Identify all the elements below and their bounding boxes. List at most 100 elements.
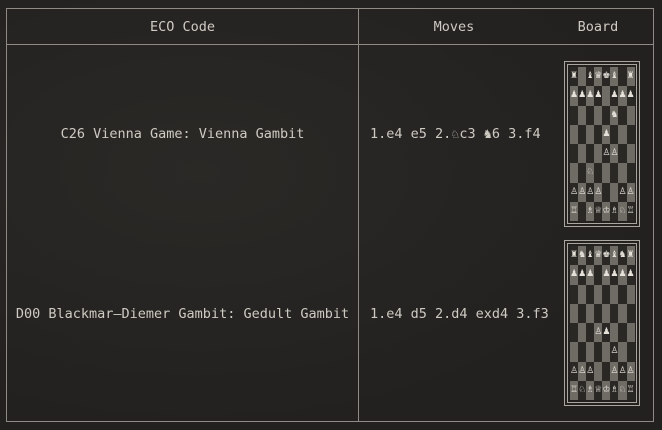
board-square: ♟ [626, 86, 635, 106]
board-square [602, 361, 611, 381]
board-square [602, 182, 611, 202]
board-square: ♟ [586, 86, 595, 106]
board-square [570, 303, 579, 323]
board-square: ♘ [618, 201, 627, 221]
board-square: ♙ [570, 361, 579, 381]
board-square [594, 284, 603, 304]
board-square [610, 323, 619, 343]
board-square: ♝ [586, 67, 595, 87]
board-square [578, 144, 587, 164]
column-divider [358, 9, 359, 421]
board-square: ♟ [602, 265, 611, 285]
board-square [586, 303, 595, 323]
board-square [626, 303, 635, 323]
board-square: ♙ [610, 361, 619, 381]
board-square: ♖ [626, 380, 635, 400]
board-square [578, 105, 587, 125]
header-board[interactable]: Board [557, 9, 639, 44]
board-square: ♖ [570, 201, 579, 221]
table-row-2-eco: D00 Blackmar–Diemer Gambit: Gedult Gambi… [15, 306, 350, 322]
board-square: ♙ [618, 182, 627, 202]
board-square [594, 163, 603, 183]
board-square [618, 342, 627, 362]
board-square [594, 265, 603, 285]
chess-board-1: ♜ ♝ ♛ ♚ ♝ ♜ ♟ ♟ ♟ ♟ ♟ ♟ ♟ ♞ ♟ ♙ ♙ ♘ ♙ ♙ ♙ ♙ ♙ ♙ ♖ ♗ ♕ ♔ ♗ ♘ ♖ [564, 61, 640, 227]
board-square: ♗ [586, 201, 595, 221]
board-square [594, 342, 603, 362]
board-square [578, 124, 587, 144]
board-square [594, 361, 603, 381]
board-square [570, 342, 579, 362]
board-square [570, 163, 579, 183]
board-square [618, 144, 627, 164]
board-square: ♔ [602, 380, 611, 400]
board-square: ♟ [610, 86, 619, 106]
board-square: ♙ [594, 182, 603, 202]
board-square: ♙ [570, 182, 579, 202]
board-square: ♙ [586, 182, 595, 202]
board-square: ♙ [618, 361, 627, 381]
board-square: ♟ [602, 323, 611, 343]
board-square: ♙ [586, 361, 595, 381]
board-square: ♛ [594, 246, 603, 266]
chess-board-2: ♜ ♞ ♝ ♛ ♚ ♝ ♞ ♜ ♟ ♟ ♟ ♟ ♟ ♟ ♟ ♙ ♟ ♙ ♙ ♙ ♙ ♙ ♙ ♙ ♖ ♘ ♗ ♕ ♔ ♗ ♘ ♖ [564, 240, 640, 406]
table-row-2-moves: 1.e4 d5 2.d4 exd4 3.f3 [370, 306, 549, 322]
header-moves[interactable]: Moves [359, 9, 549, 44]
chess-board-grid: ♜ ♞ ♝ ♛ ♚ ♝ ♞ ♜ ♟ ♟ ♟ ♟ ♟ ♟ ♟ ♙ ♟ ♙ ♙ ♙ ♙ ♙ ♙ ♙ ♖ ♘ ♗ ♕ ♔ ♗ ♘ ♖ [567, 243, 637, 403]
board-square: ♝ [610, 67, 619, 87]
board-square: ♝ [586, 246, 595, 266]
board-square: ♟ [594, 86, 603, 106]
board-square: ♝ [610, 246, 619, 266]
board-square: ♟ [578, 86, 587, 106]
board-square: ♖ [626, 201, 635, 221]
board-square: ♙ [610, 342, 619, 362]
board-square [570, 105, 579, 125]
header-eco-code[interactable]: ECO Code [7, 9, 358, 44]
board-square [594, 144, 603, 164]
board-square: ♟ [626, 265, 635, 285]
board-square [602, 86, 611, 106]
board-square [618, 163, 627, 183]
board-square [618, 67, 627, 87]
table-row-1-moves: 1.e4 e5 2.♘c3 ♞6 3.f4 [370, 126, 541, 142]
board-square [602, 105, 611, 125]
board-square: ♙ [610, 144, 619, 164]
board-square: ♙ [594, 323, 603, 343]
board-square [602, 303, 611, 323]
board-square [578, 163, 587, 183]
board-square [602, 342, 611, 362]
board-square [610, 303, 619, 323]
board-square: ♙ [578, 182, 587, 202]
board-square: ♔ [602, 201, 611, 221]
board-square [586, 105, 595, 125]
board-square [602, 163, 611, 183]
board-square [610, 124, 619, 144]
board-square: ♘ [586, 163, 595, 183]
board-square: ♞ [610, 105, 619, 125]
board-square: ♚ [602, 246, 611, 266]
board-square [618, 124, 627, 144]
board-square: ♕ [594, 380, 603, 400]
board-square [578, 284, 587, 304]
board-square: ♙ [626, 361, 635, 381]
board-square: ♟ [570, 86, 579, 106]
board-square: ♜ [570, 246, 579, 266]
board-square [586, 284, 595, 304]
board-square: ♕ [594, 201, 603, 221]
board-square [578, 323, 587, 343]
board-square [594, 303, 603, 323]
board-square [626, 124, 635, 144]
board-square: ♟ [578, 265, 587, 285]
board-square: ♗ [610, 380, 619, 400]
board-square: ♜ [626, 67, 635, 87]
board-square: ♙ [578, 361, 587, 381]
board-square [570, 284, 579, 304]
board-square: ♟ [602, 124, 611, 144]
board-square [570, 323, 579, 343]
board-square [570, 144, 579, 164]
board-square: ♛ [594, 67, 603, 87]
board-square [626, 105, 635, 125]
board-square [618, 284, 627, 304]
board-square: ♙ [626, 182, 635, 202]
board-square: ♖ [570, 380, 579, 400]
